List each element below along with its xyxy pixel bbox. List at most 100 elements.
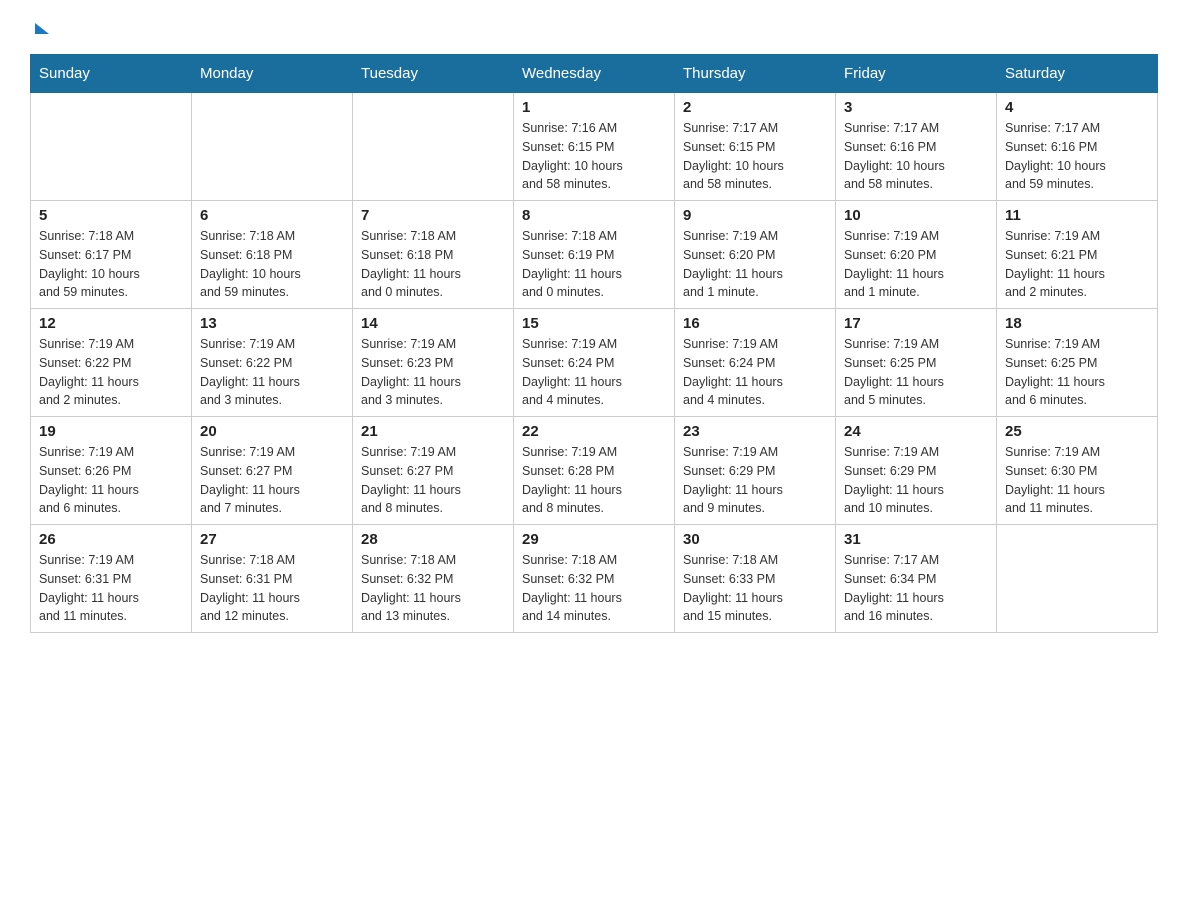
day-number: 21 [361, 423, 505, 440]
calendar-cell: 13 Sunrise: 7:19 AM Sunset: 6:22 PM Dayli… [192, 309, 353, 417]
calendar-day-header: Saturday [997, 55, 1158, 93]
calendar-cell: 22 Sunrise: 7:19 AM Sunset: 6:28 PM Dayli… [514, 417, 675, 525]
day-info: Sunrise: 7:19 AM Sunset: 6:21 PM Dayligh… [1005, 227, 1149, 302]
day-info: Sunrise: 7:19 AM Sunset: 6:23 PM Dayligh… [361, 335, 505, 410]
calendar-cell: 4 Sunrise: 7:17 AM Sunset: 6:16 PM Daylig… [997, 93, 1158, 201]
day-info: Sunrise: 7:19 AM Sunset: 6:28 PM Dayligh… [522, 443, 666, 518]
calendar-day-header: Thursday [675, 55, 836, 93]
day-number: 27 [200, 531, 344, 548]
day-number: 9 [683, 207, 827, 224]
day-info: Sunrise: 7:19 AM Sunset: 6:20 PM Dayligh… [844, 227, 988, 302]
calendar-day-header: Tuesday [353, 55, 514, 93]
day-number: 20 [200, 423, 344, 440]
day-number: 1 [522, 99, 666, 116]
calendar-cell: 17 Sunrise: 7:19 AM Sunset: 6:25 PM Dayli… [836, 309, 997, 417]
day-info: Sunrise: 7:19 AM Sunset: 6:20 PM Dayligh… [683, 227, 827, 302]
day-number: 22 [522, 423, 666, 440]
day-number: 16 [683, 315, 827, 332]
calendar-day-header: Sunday [31, 55, 192, 93]
day-info: Sunrise: 7:19 AM Sunset: 6:25 PM Dayligh… [1005, 335, 1149, 410]
day-number: 30 [683, 531, 827, 548]
day-info: Sunrise: 7:19 AM Sunset: 6:24 PM Dayligh… [522, 335, 666, 410]
day-number: 17 [844, 315, 988, 332]
day-info: Sunrise: 7:19 AM Sunset: 6:22 PM Dayligh… [39, 335, 183, 410]
calendar-cell: 9 Sunrise: 7:19 AM Sunset: 6:20 PM Daylig… [675, 201, 836, 309]
day-number: 3 [844, 99, 988, 116]
day-info: Sunrise: 7:19 AM Sunset: 6:29 PM Dayligh… [683, 443, 827, 518]
day-info: Sunrise: 7:16 AM Sunset: 6:15 PM Dayligh… [522, 119, 666, 194]
day-info: Sunrise: 7:17 AM Sunset: 6:15 PM Dayligh… [683, 119, 827, 194]
calendar-cell: 6 Sunrise: 7:18 AM Sunset: 6:18 PM Daylig… [192, 201, 353, 309]
day-number: 26 [39, 531, 183, 548]
calendar-cell: 27 Sunrise: 7:18 AM Sunset: 6:31 PM Dayli… [192, 525, 353, 633]
calendar-cell: 1 Sunrise: 7:16 AM Sunset: 6:15 PM Daylig… [514, 93, 675, 201]
logo-arrow-icon [35, 23, 49, 34]
calendar-cell: 31 Sunrise: 7:17 AM Sunset: 6:34 PM Dayli… [836, 525, 997, 633]
day-info: Sunrise: 7:19 AM Sunset: 6:27 PM Dayligh… [361, 443, 505, 518]
day-number: 14 [361, 315, 505, 332]
calendar-cell: 19Sunrise: 7:19 AM Sunset: 6:26 PM Dayli… [31, 417, 192, 525]
day-info: Sunrise: 7:19 AM Sunset: 6:22 PM Dayligh… [200, 335, 344, 410]
calendar-cell: 21 Sunrise: 7:19 AM Sunset: 6:27 PM Dayli… [353, 417, 514, 525]
day-info: Sunrise: 7:18 AM Sunset: 6:18 PM Dayligh… [361, 227, 505, 302]
logo [30, 20, 49, 34]
day-number: 8 [522, 207, 666, 224]
day-info: Sunrise: 7:19 AM Sunset: 6:29 PM Dayligh… [844, 443, 988, 518]
day-number: 10 [844, 207, 988, 224]
day-info: Sunrise: 7:18 AM Sunset: 6:32 PM Dayligh… [361, 551, 505, 626]
calendar-table: SundayMondayTuesdayWednesdayThursdayFrid… [30, 54, 1158, 633]
calendar-cell: 10 Sunrise: 7:19 AM Sunset: 6:20 PM Dayli… [836, 201, 997, 309]
day-number: 2 [683, 99, 827, 116]
calendar-week-row: 5Sunrise: 7:18 AM Sunset: 6:17 PM Daylig… [31, 201, 1158, 309]
calendar-cell: 15 Sunrise: 7:19 AM Sunset: 6:24 PM Dayli… [514, 309, 675, 417]
calendar-week-row: 1 Sunrise: 7:16 AM Sunset: 6:15 PM Daylig… [31, 93, 1158, 201]
day-number: 15 [522, 315, 666, 332]
day-number: 12 [39, 315, 183, 332]
day-number: 13 [200, 315, 344, 332]
day-info: Sunrise: 7:19 AM Sunset: 6:25 PM Dayligh… [844, 335, 988, 410]
calendar-cell: 5Sunrise: 7:18 AM Sunset: 6:17 PM Daylig… [31, 201, 192, 309]
logo-area [30, 20, 49, 34]
calendar-day-header: Friday [836, 55, 997, 93]
day-number: 23 [683, 423, 827, 440]
day-info: Sunrise: 7:18 AM Sunset: 6:19 PM Dayligh… [522, 227, 666, 302]
day-number: 7 [361, 207, 505, 224]
calendar-cell: 28 Sunrise: 7:18 AM Sunset: 6:32 PM Dayli… [353, 525, 514, 633]
day-info: Sunrise: 7:18 AM Sunset: 6:31 PM Dayligh… [200, 551, 344, 626]
day-info: Sunrise: 7:18 AM Sunset: 6:18 PM Dayligh… [200, 227, 344, 302]
calendar-cell: 20 Sunrise: 7:19 AM Sunset: 6:27 PM Dayli… [192, 417, 353, 525]
calendar-cell: 3 Sunrise: 7:17 AM Sunset: 6:16 PM Daylig… [836, 93, 997, 201]
day-info: Sunrise: 7:17 AM Sunset: 6:16 PM Dayligh… [1005, 119, 1149, 194]
day-number: 4 [1005, 99, 1149, 116]
calendar-cell: 29Sunrise: 7:18 AM Sunset: 6:32 PM Dayli… [514, 525, 675, 633]
calendar-day-header: Monday [192, 55, 353, 93]
day-info: Sunrise: 7:19 AM Sunset: 6:27 PM Dayligh… [200, 443, 344, 518]
calendar-cell [192, 93, 353, 201]
day-number: 28 [361, 531, 505, 548]
calendar-cell [31, 93, 192, 201]
calendar-cell: 18Sunrise: 7:19 AM Sunset: 6:25 PM Dayli… [997, 309, 1158, 417]
day-number: 19 [39, 423, 183, 440]
calendar-week-row: 26Sunrise: 7:19 AM Sunset: 6:31 PM Dayli… [31, 525, 1158, 633]
day-number: 31 [844, 531, 988, 548]
calendar-cell [997, 525, 1158, 633]
day-number: 6 [200, 207, 344, 224]
calendar-cell: 2 Sunrise: 7:17 AM Sunset: 6:15 PM Daylig… [675, 93, 836, 201]
calendar-cell: 8 Sunrise: 7:18 AM Sunset: 6:19 PM Daylig… [514, 201, 675, 309]
calendar-cell: 23 Sunrise: 7:19 AM Sunset: 6:29 PM Dayli… [675, 417, 836, 525]
calendar-cell [353, 93, 514, 201]
day-info: Sunrise: 7:17 AM Sunset: 6:16 PM Dayligh… [844, 119, 988, 194]
calendar-day-header: Wednesday [514, 55, 675, 93]
calendar-cell: 24Sunrise: 7:19 AM Sunset: 6:29 PM Dayli… [836, 417, 997, 525]
calendar-cell: 11Sunrise: 7:19 AM Sunset: 6:21 PM Dayli… [997, 201, 1158, 309]
calendar-cell: 14 Sunrise: 7:19 AM Sunset: 6:23 PM Dayli… [353, 309, 514, 417]
page-header [30, 20, 1158, 34]
calendar-week-row: 19Sunrise: 7:19 AM Sunset: 6:26 PM Dayli… [31, 417, 1158, 525]
calendar-week-row: 12 Sunrise: 7:19 AM Sunset: 6:22 PM Dayli… [31, 309, 1158, 417]
day-info: Sunrise: 7:18 AM Sunset: 6:17 PM Dayligh… [39, 227, 183, 302]
calendar-cell: 30 Sunrise: 7:18 AM Sunset: 6:33 PM Dayli… [675, 525, 836, 633]
calendar-cell: 25Sunrise: 7:19 AM Sunset: 6:30 PM Dayli… [997, 417, 1158, 525]
calendar-cell: 12 Sunrise: 7:19 AM Sunset: 6:22 PM Dayli… [31, 309, 192, 417]
day-info: Sunrise: 7:18 AM Sunset: 6:33 PM Dayligh… [683, 551, 827, 626]
day-info: Sunrise: 7:17 AM Sunset: 6:34 PM Dayligh… [844, 551, 988, 626]
